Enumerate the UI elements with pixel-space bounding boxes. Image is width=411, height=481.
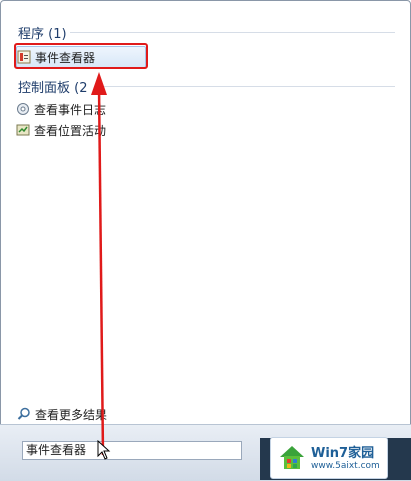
mouse-cursor-icon — [97, 440, 111, 460]
annotation-arrow — [91, 72, 107, 456]
